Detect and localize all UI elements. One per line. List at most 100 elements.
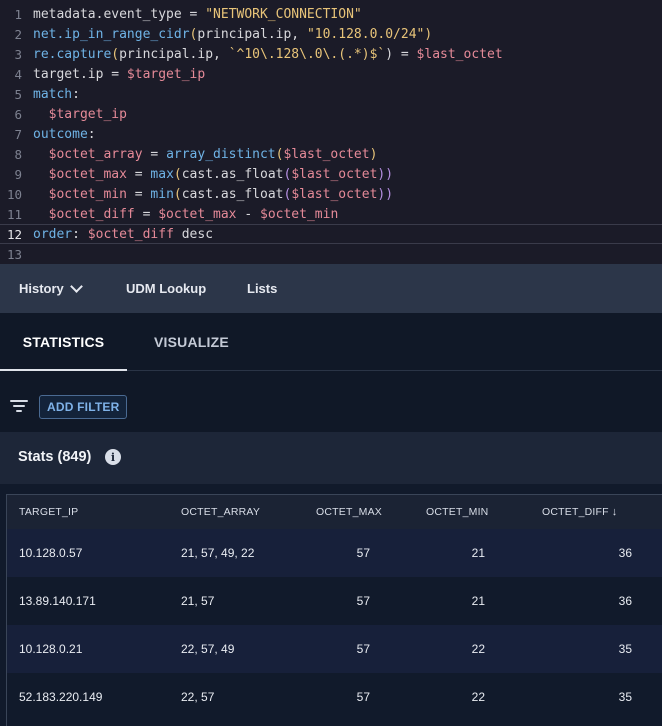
code-line[interactable]: 11 $octet_diff = $octet_max - $octet_min [0,204,662,224]
lists-button[interactable]: Lists [247,281,277,296]
column-header-octet-min[interactable]: OCTET_MIN [426,495,488,529]
cell-octet-diff: 35 [618,690,632,704]
code-line[interactable]: 8 $octet_array = array_distinct($last_oc… [0,144,662,164]
line-number: 3 [14,46,22,62]
code-line[interactable]: 13 [0,244,662,264]
code-text: $octet_diff = $octet_max - $octet_min [26,206,339,222]
code-token: $last_octet [416,46,503,62]
code-token: metadata.event_type = [33,6,206,22]
code-token: target.ip = [33,66,127,82]
udm-lookup-label: UDM Lookup [126,281,207,296]
code-token: min [150,186,174,202]
code-token: ) = [385,46,417,62]
code-token: $last_octet [291,166,378,182]
code-token: match [33,86,73,102]
code-text: metadata.event_type = "NETWORK_CONNECTIO… [26,7,362,22]
history-label: History [19,281,64,296]
code-token: : [72,86,80,102]
code-token: : [87,126,96,142]
code-token: array_distinct [166,146,276,162]
code-token: order [33,226,73,242]
tab-visualize-label: VISUALIZE [154,334,229,350]
code-token: ) [424,26,433,42]
column-header-octet-diff[interactable]: OCTET_DIFF ↓ [542,495,617,529]
code-token: )) [377,166,394,182]
column-header-octet-max[interactable]: OCTET_MAX [316,495,382,529]
code-token: ( [111,46,120,62]
line-number: 11 [6,206,22,222]
cell-octet-min: 21 [471,546,485,560]
code-token: )) [377,186,394,202]
code-token: $last_octet [291,186,378,202]
code-token: max [150,166,174,182]
code-text: $octet_array = array_distinct($last_octe… [26,146,378,162]
table-row[interactable]: 10.128.0.57 21, 57, 49, 22 57 21 36 [7,529,662,577]
tab-visualize[interactable]: VISUALIZE [154,313,229,371]
line-number: 12 [6,226,22,242]
column-header-octet-array[interactable]: OCTET_ARRAY [181,495,260,529]
code-token: "10.128.0.0/24" [306,26,425,42]
code-token: $target_ip [48,106,127,122]
info-icon[interactable]: i [105,449,121,465]
line-number: 13 [6,246,22,262]
line-number: 4 [14,66,22,82]
table-row[interactable]: 13.89.140.171 21, 57 57 21 36 [7,577,662,625]
code-line[interactable]: 7 outcome: [0,124,662,144]
cell-octet-array: 21, 57, 49, 22 [181,546,255,560]
column-header-target-ip[interactable]: TARGET_IP [19,495,78,529]
code-token: $octet_diff [48,206,135,222]
code-token: $target_ip [126,66,206,82]
line-number: 2 [14,26,22,42]
code-line[interactable]: 2 net.ip_in_range_cidr(principal.ip, "10.… [0,24,662,44]
code-line[interactable]: 10 $octet_min = min(cast.as_float($last_… [0,184,662,204]
code-line[interactable]: 12 order: $octet_diff desc [0,224,662,244]
code-token: = [126,186,151,202]
line-number: 9 [14,166,22,182]
code-token: cast.as_float [181,186,284,202]
tab-statistics[interactable]: STATISTICS [0,313,127,372]
code-token: desc [173,226,214,242]
cell-octet-max: 57 [356,594,370,608]
code-token: = [142,146,167,162]
code-token: $octet_diff [87,226,174,242]
line-number: 10 [6,186,22,202]
column-header-label: OCTET_DIFF [542,506,609,518]
code-token: $octet_min [260,206,339,222]
add-filter-button[interactable]: ADD FILTER [39,395,128,419]
code-line[interactable]: 4 target.ip = $target_ip [0,64,662,84]
add-filter-label: ADD FILTER [47,400,120,414]
table-row[interactable]: 52.183.220.149 22, 57 57 22 35 [7,673,662,721]
code-line[interactable]: 1 metadata.event_type = "NETWORK_CONNECTI… [0,4,662,24]
udm-lookup-button[interactable]: UDM Lookup [126,281,206,296]
cell-octet-min: 22 [471,642,485,656]
tab-statistics-label: STATISTICS [22,334,105,350]
lists-label: Lists [247,281,278,296]
code-token: "NETWORK_CONNECTION" [205,6,362,22]
cell-octet-array: 22, 57, 49 [181,642,235,656]
filter-lines-icon[interactable] [10,400,28,414]
code-line[interactable]: 9 $octet_max = max(cast.as_float($last_o… [0,164,662,184]
code-token: principal.ip, [119,46,229,62]
query-editor[interactable]: 1 metadata.event_type = "NETWORK_CONNECTI… [0,0,662,264]
code-line[interactable]: 5 match: [0,84,662,104]
cell-octet-diff: 35 [618,642,632,656]
code-text: $octet_min = min(cast.as_float($last_oct… [26,187,393,202]
history-dropdown[interactable]: History [19,279,83,296]
code-text: $octet_max = max(cast.as_float($last_oct… [26,167,393,182]
code-token: = [126,166,151,182]
code-line[interactable]: 6 $target_ip [0,104,662,124]
code-token: $octet_max [158,206,237,222]
column-header-label: OCTET_MIN [426,506,489,518]
table-row[interactable]: 10.128.0.21 22, 57, 49 57 22 35 [7,625,662,673]
cell-octet-max: 57 [356,642,370,656]
code-token: : [72,226,88,242]
cell-target-ip: 13.89.140.171 [19,594,96,608]
sort-descending-icon: ↓ [611,506,618,518]
cell-octet-min: 21 [471,594,485,608]
line-number: 8 [14,146,22,162]
code-line[interactable]: 3 re.capture(principal.ip, `^10\.128\.0\.… [0,44,662,64]
